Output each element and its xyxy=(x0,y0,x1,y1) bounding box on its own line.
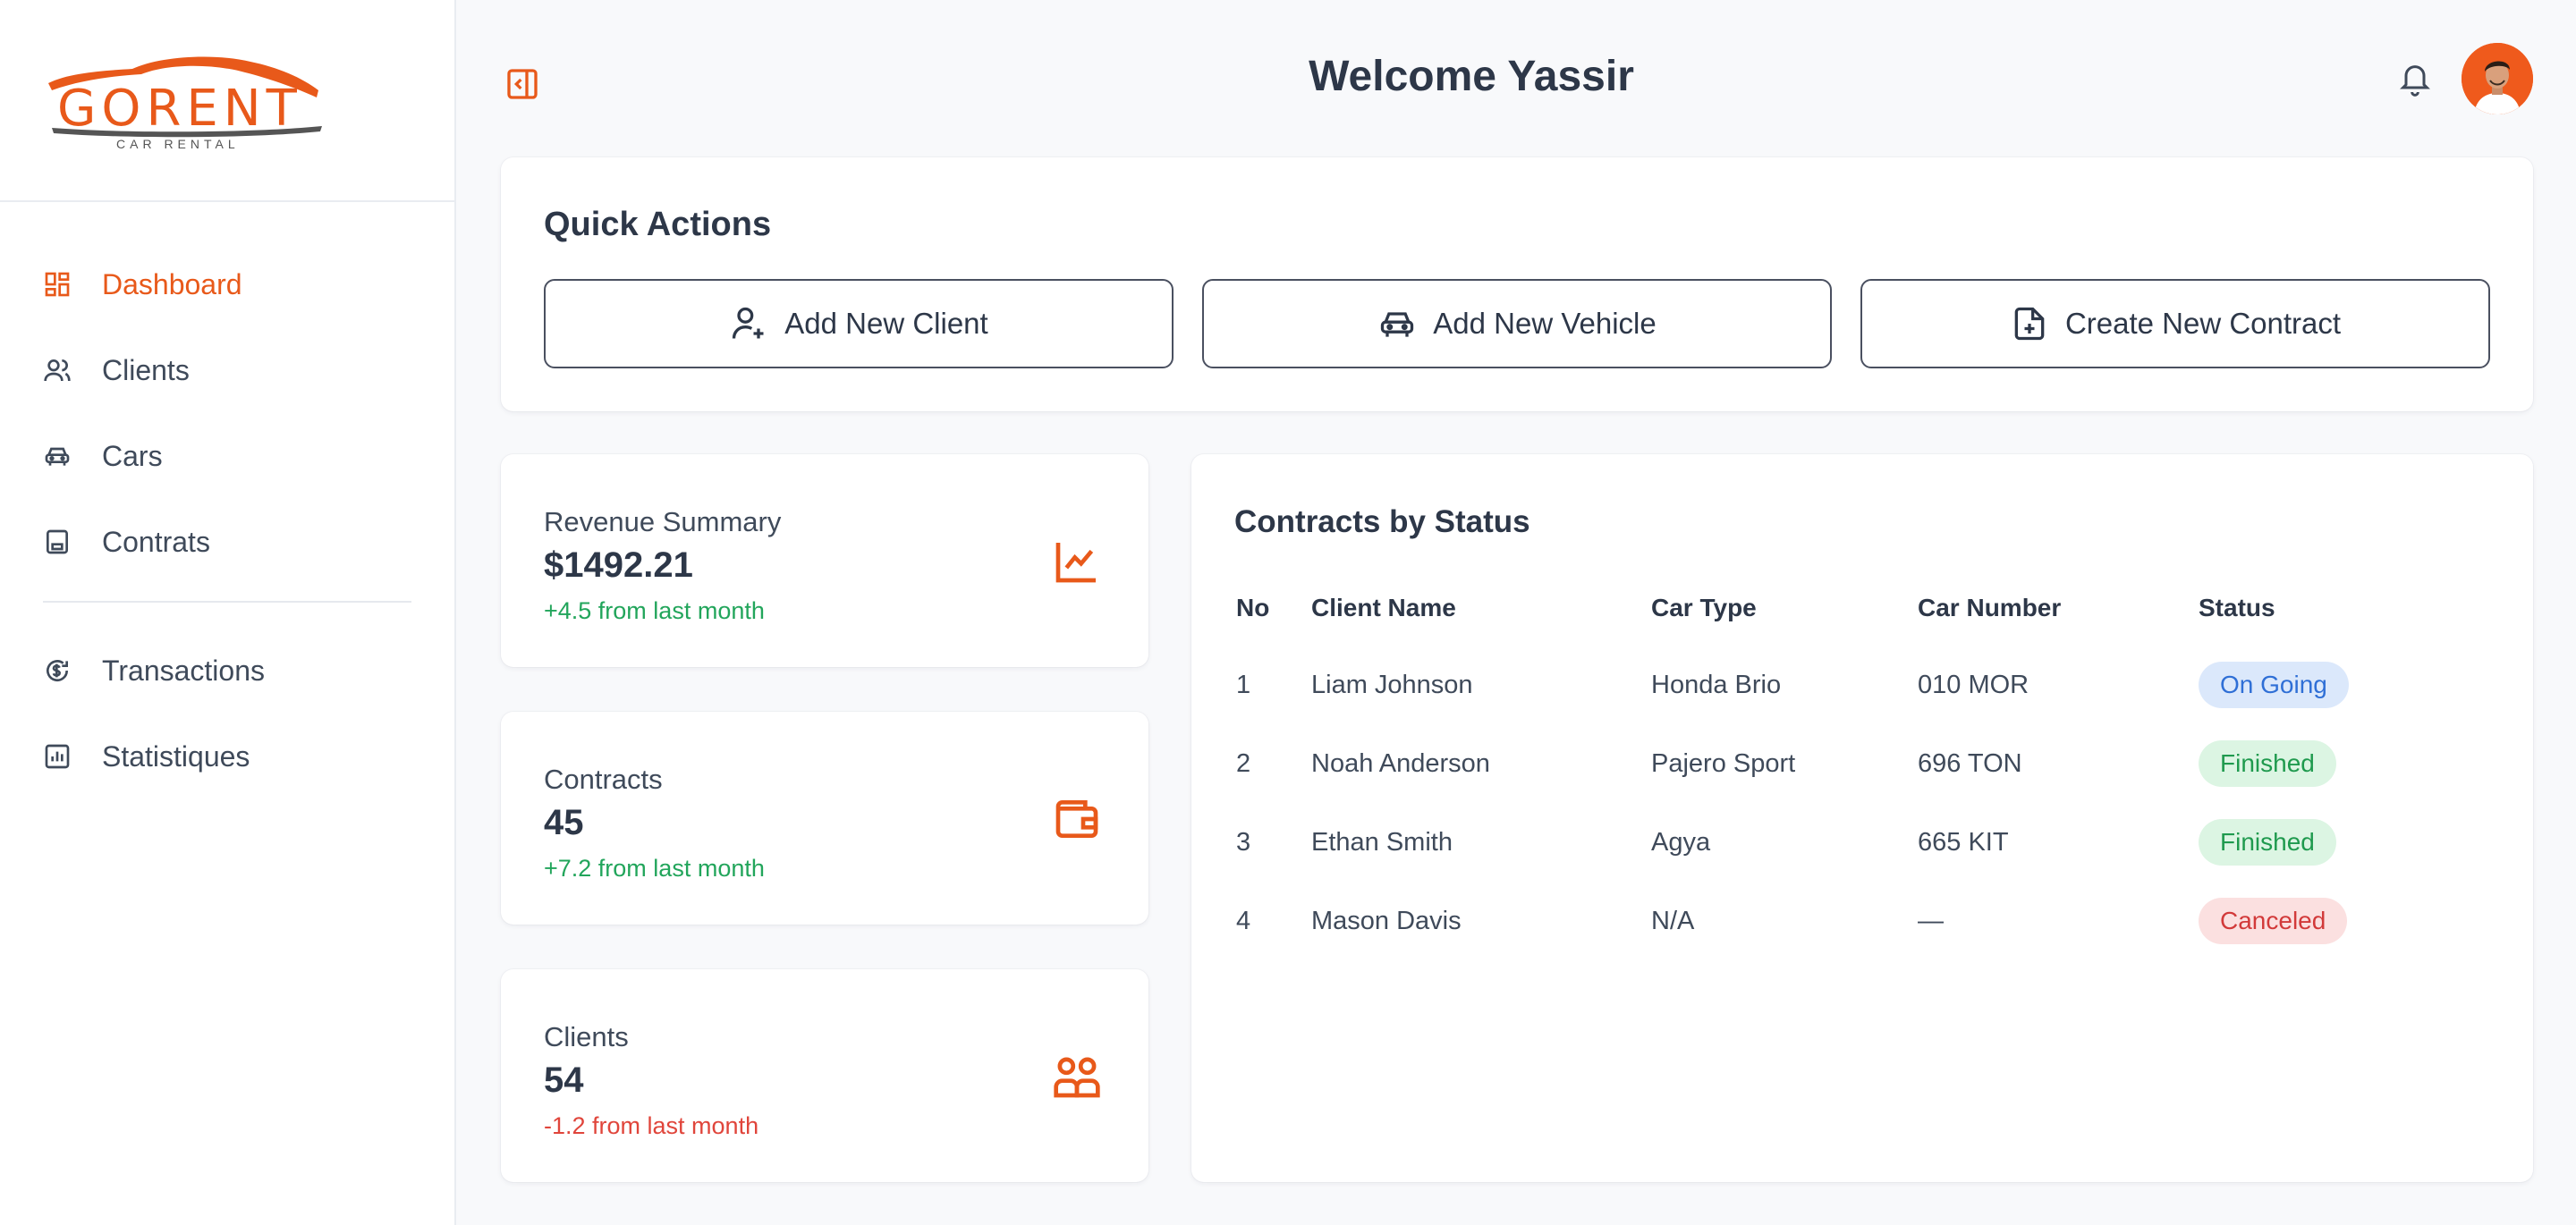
contracts-stat-card: Contracts 45 +7.2 from last month xyxy=(501,712,1148,925)
sidebar-item-label: Clients xyxy=(102,353,190,386)
page-title: Welcome Yassir xyxy=(1309,53,1634,100)
cell-car-number: 696 TON xyxy=(1918,749,2022,778)
status-badge: On Going xyxy=(2199,662,2349,708)
clients-stat-card: Clients 54 -1.2 from last month xyxy=(501,969,1148,1182)
logo-area: GORENT CAR RENTAL xyxy=(0,0,454,202)
contracts-by-status-card: Contracts by Status No Client Name Car T… xyxy=(1191,454,2533,1182)
brand-name: GORENT xyxy=(57,80,302,138)
bell-icon xyxy=(2400,65,2430,97)
button-label: Add New Client xyxy=(784,307,988,340)
users-icon xyxy=(43,356,72,384)
cell-no: 4 xyxy=(1236,907,1251,935)
panel-collapse-icon xyxy=(507,69,538,99)
add-new-client-button[interactable]: Add New Client xyxy=(544,279,1174,368)
group-icon xyxy=(1054,1057,1100,1098)
dashboard-icon xyxy=(43,270,72,299)
cell-car-number: — xyxy=(1918,907,1944,935)
sidebar-item-clients[interactable]: Clients xyxy=(0,327,454,413)
status-badge: Finished xyxy=(2199,819,2336,866)
status-badge: Canceled xyxy=(2199,898,2348,944)
cell-no: 1 xyxy=(1236,671,1251,699)
quick-actions-title: Quick Actions xyxy=(544,206,772,243)
file-plus-icon xyxy=(2010,304,2049,343)
sidebar: GORENT CAR RENTAL Dashboard Clients Cars xyxy=(0,0,456,1225)
stat-value: 45 xyxy=(544,803,584,842)
notifications-button[interactable] xyxy=(2397,59,2433,98)
sidebar-item-label: Transactions xyxy=(102,654,265,687)
stat-delta: +7.2 from last month xyxy=(544,855,765,882)
stat-delta: -1.2 from last month xyxy=(544,1112,759,1139)
wallet-icon xyxy=(1055,800,1098,838)
cell-client: Ethan Smith xyxy=(1311,828,1453,857)
button-label: Add New Vehicle xyxy=(1433,307,1657,340)
sidebar-item-cars[interactable]: Cars xyxy=(0,413,454,499)
cell-car-type: Agya xyxy=(1651,828,1711,857)
avatar-portrait-icon xyxy=(2462,43,2533,114)
sidebar-item-transactions[interactable]: Transactions xyxy=(0,628,454,714)
status-badge: Finished xyxy=(2199,740,2336,787)
stat-delta: +4.5 from last month xyxy=(544,597,765,624)
user-plus-icon xyxy=(729,304,768,343)
main-nav: Dashboard Clients Cars Contrats Transact… xyxy=(0,202,454,799)
cell-car-number: 010 MOR xyxy=(1918,671,2029,699)
cell-client: Noah Anderson xyxy=(1311,749,1490,778)
quick-actions-card: Quick Actions Add New Client Add New Veh… xyxy=(501,157,2533,411)
cell-car-type: Pajero Sport xyxy=(1651,749,1796,778)
brand-tagline: CAR RENTAL xyxy=(116,137,240,151)
chart-bar-icon xyxy=(43,742,72,771)
sidebar-item-contrats[interactable]: Contrats xyxy=(0,499,454,585)
trend-up-icon xyxy=(1055,543,1096,583)
cell-client: Liam Johnson xyxy=(1311,671,1473,699)
sidebar-item-label: Statistiques xyxy=(102,739,250,773)
column-header: Status xyxy=(2199,594,2275,621)
column-header: No xyxy=(1236,594,1270,621)
stat-label: Contracts xyxy=(544,764,663,795)
nav-divider xyxy=(43,601,411,603)
cell-client: Mason Davis xyxy=(1311,907,1462,935)
stat-value: $1492.21 xyxy=(544,545,693,585)
car-icon xyxy=(43,442,72,470)
user-avatar[interactable] xyxy=(2462,43,2533,114)
column-header: Client Name xyxy=(1311,594,1456,621)
stat-label: Revenue Summary xyxy=(544,506,782,537)
add-new-vehicle-button[interactable]: Add New Vehicle xyxy=(1202,279,1832,368)
sidebar-toggle-button[interactable] xyxy=(504,66,540,102)
stat-label: Clients xyxy=(544,1021,629,1052)
create-new-contract-button[interactable]: Create New Contract xyxy=(1860,279,2490,368)
brand-logo[interactable]: GORENT CAR RENTAL xyxy=(43,51,329,151)
sidebar-item-statistiques[interactable]: Statistiques xyxy=(0,714,454,799)
button-label: Create New Contract xyxy=(2064,307,2342,340)
sidebar-item-label: Contrats xyxy=(102,525,210,558)
cell-car-type: N/A xyxy=(1651,907,1695,935)
stat-value: 54 xyxy=(544,1060,584,1100)
contract-icon xyxy=(43,528,72,556)
contracts-table-title: Contracts by Status xyxy=(1234,504,1530,539)
cell-car-number: 665 KIT xyxy=(1918,828,2009,857)
cell-no: 3 xyxy=(1236,828,1251,857)
column-header: Car Number xyxy=(1918,594,2062,621)
cell-no: 2 xyxy=(1236,749,1251,778)
revenue-summary-card: Revenue Summary $1492.21 +4.5 from last … xyxy=(501,454,1148,667)
sidebar-item-dashboard[interactable]: Dashboard xyxy=(0,241,454,327)
cell-car-type: Honda Brio xyxy=(1651,671,1782,699)
car-icon xyxy=(1377,304,1417,343)
transactions-icon xyxy=(43,656,72,685)
sidebar-item-label: Dashboard xyxy=(102,267,242,300)
column-header: Car Type xyxy=(1651,594,1757,621)
sidebar-item-label: Cars xyxy=(102,439,163,472)
